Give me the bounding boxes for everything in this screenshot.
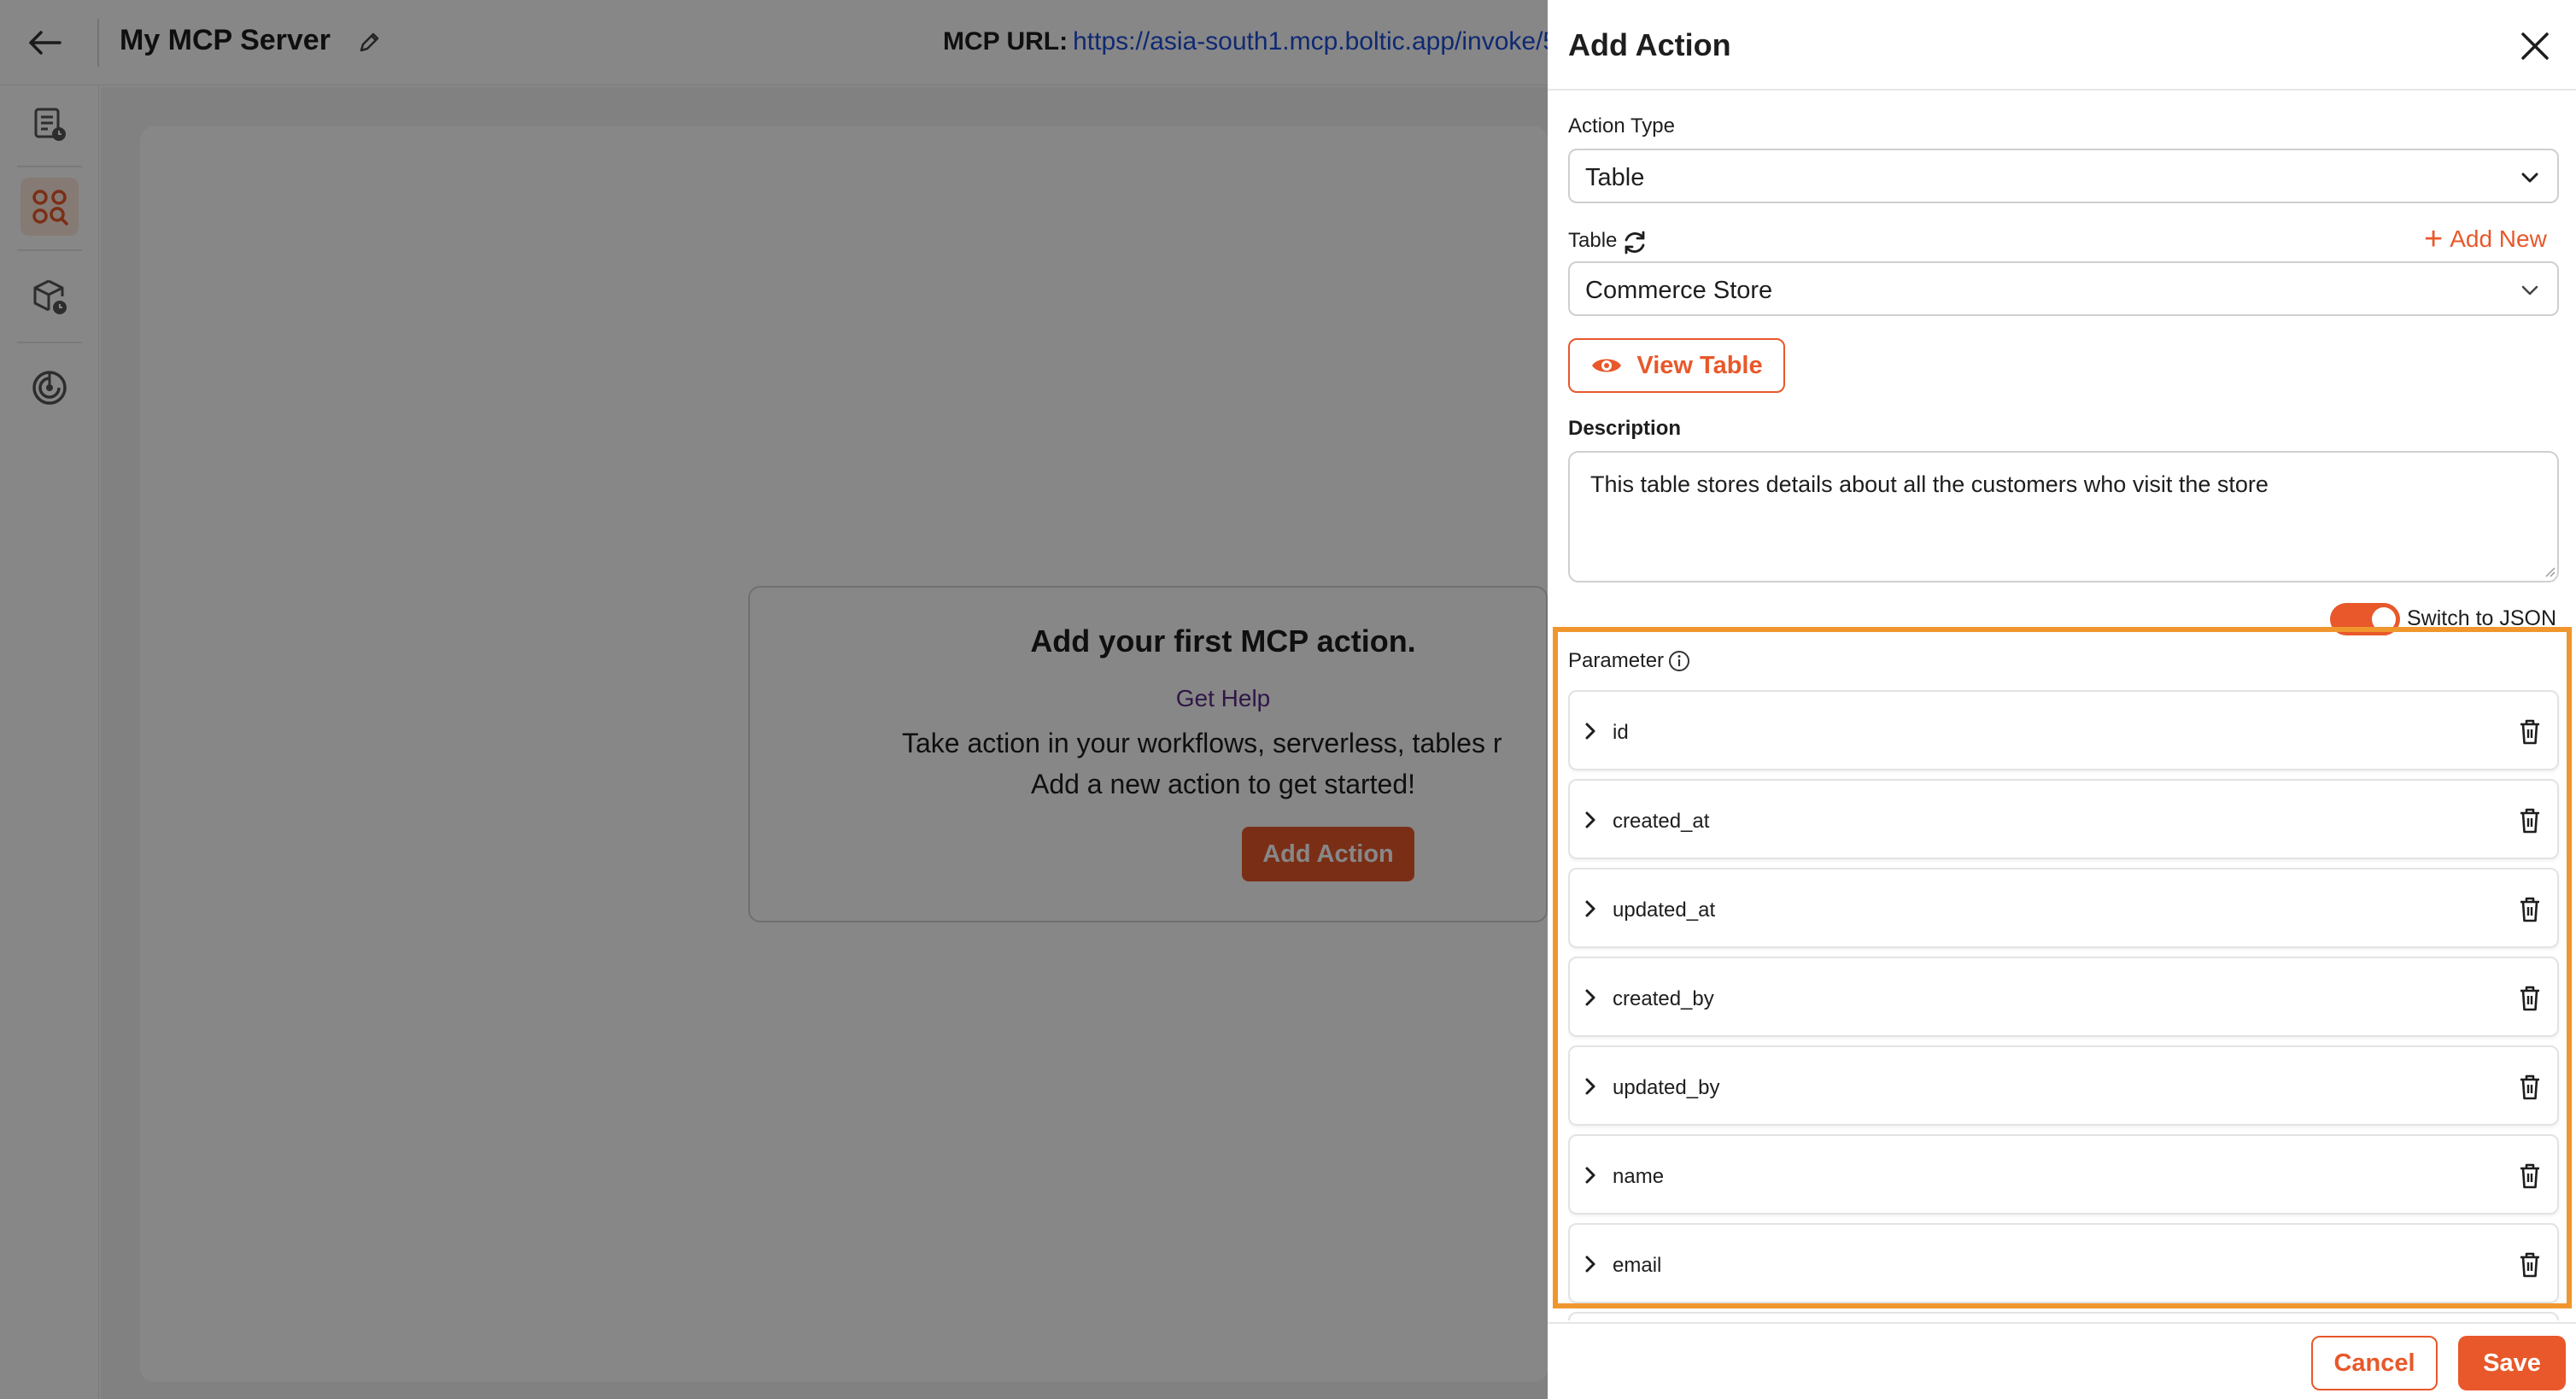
chevron-right-icon[interactable]: [1580, 810, 1601, 830]
trash-icon[interactable]: [2516, 717, 2544, 746]
trash-icon[interactable]: [2516, 984, 2544, 1013]
cancel-button[interactable]: Cancel: [2311, 1336, 2438, 1390]
parameter-label: Parameter: [1568, 649, 1665, 672]
parameter-row[interactable]: name: [1568, 1134, 2559, 1215]
parameter-row[interactable]: updated_by: [1568, 1045, 2559, 1126]
save-button[interactable]: Save: [2458, 1336, 2566, 1390]
parameter-name: created_by: [1613, 987, 1714, 1010]
close-button[interactable]: [2511, 22, 2559, 70]
parameter-name: updated_by: [1613, 1076, 1720, 1099]
drawer-header: Add Action: [1548, 0, 2576, 91]
description-label: Description: [1568, 417, 1682, 440]
chevron-right-icon[interactable]: [1580, 1076, 1601, 1097]
table-value: Commerce Store: [1585, 277, 1773, 304]
info-icon[interactable]: [1667, 649, 1691, 673]
trash-icon[interactable]: [2516, 1250, 2544, 1279]
parameter-name: created_at: [1613, 810, 1710, 833]
switch-to-json-label: Switch to JSON: [2407, 606, 2557, 630]
trash-icon[interactable]: [2516, 1073, 2544, 1102]
parameter-row[interactable]: id: [1568, 690, 2559, 770]
chevron-right-icon[interactable]: [1580, 1254, 1601, 1274]
trash-icon[interactable]: [2516, 806, 2544, 835]
app-background: My MCP Server MCP URL: https://asia-south…: [0, 0, 1557, 1399]
view-table-button[interactable]: View Table: [1568, 338, 1785, 393]
chevron-down-icon: [2521, 285, 2538, 296]
parameter-name: name: [1613, 1165, 1665, 1188]
parameter-row[interactable]: created_at: [1568, 779, 2559, 859]
parameter-row[interactable]: [1568, 1312, 2559, 1320]
drawer-footer: Cancel Save: [1548, 1322, 2576, 1399]
trash-icon[interactable]: [2516, 895, 2544, 924]
switch-to-json-toggle[interactable]: [2330, 603, 2400, 635]
chevron-down-icon: [2521, 173, 2538, 183]
trash-icon[interactable]: [2516, 1162, 2544, 1191]
parameter-row[interactable]: email: [1568, 1223, 2559, 1303]
action-type-label: Action Type: [1568, 114, 1675, 138]
parameter-header: Parameter: [1568, 649, 1691, 673]
switch-knob: [2372, 607, 2396, 631]
parameter-list[interactable]: id created_at updated_at created_by updated_…: [1568, 690, 2561, 1320]
view-table-label: View Table: [1636, 351, 1763, 379]
action-type-value: Table: [1585, 164, 1645, 191]
plus-icon: +: [2424, 221, 2444, 257]
add-new-table-button[interactable]: + Add New: [2424, 221, 2547, 257]
refresh-icon[interactable]: [1621, 229, 1648, 256]
chevron-right-icon[interactable]: [1580, 987, 1601, 1008]
add-action-drawer: Add Action Action Type Table Table + Add…: [1548, 0, 2576, 1399]
table-label: Table: [1568, 229, 1618, 252]
close-icon: [2521, 32, 2549, 60]
parameter-row[interactable]: created_by: [1568, 957, 2559, 1037]
resize-grip-icon[interactable]: [2544, 565, 2556, 577]
add-new-label: Add New: [2450, 225, 2547, 252]
action-type-select[interactable]: Table: [1568, 149, 2559, 203]
parameter-row[interactable]: updated_at: [1568, 868, 2559, 948]
table-select[interactable]: Commerce Store: [1568, 261, 2559, 316]
chevron-right-icon[interactable]: [1580, 899, 1601, 919]
drawer-title: Add Action: [1568, 27, 1731, 62]
chevron-right-icon[interactable]: [1580, 1165, 1601, 1185]
parameter-name: email: [1613, 1254, 1662, 1277]
chevron-right-icon[interactable]: [1580, 721, 1601, 741]
description-textarea[interactable]: This table stores details about all the …: [1568, 451, 2559, 582]
parameter-name: id: [1613, 721, 1629, 744]
parameter-name: updated_at: [1613, 899, 1716, 922]
eye-icon: [1592, 359, 1622, 372]
modal-overlay[interactable]: [0, 0, 1548, 1399]
